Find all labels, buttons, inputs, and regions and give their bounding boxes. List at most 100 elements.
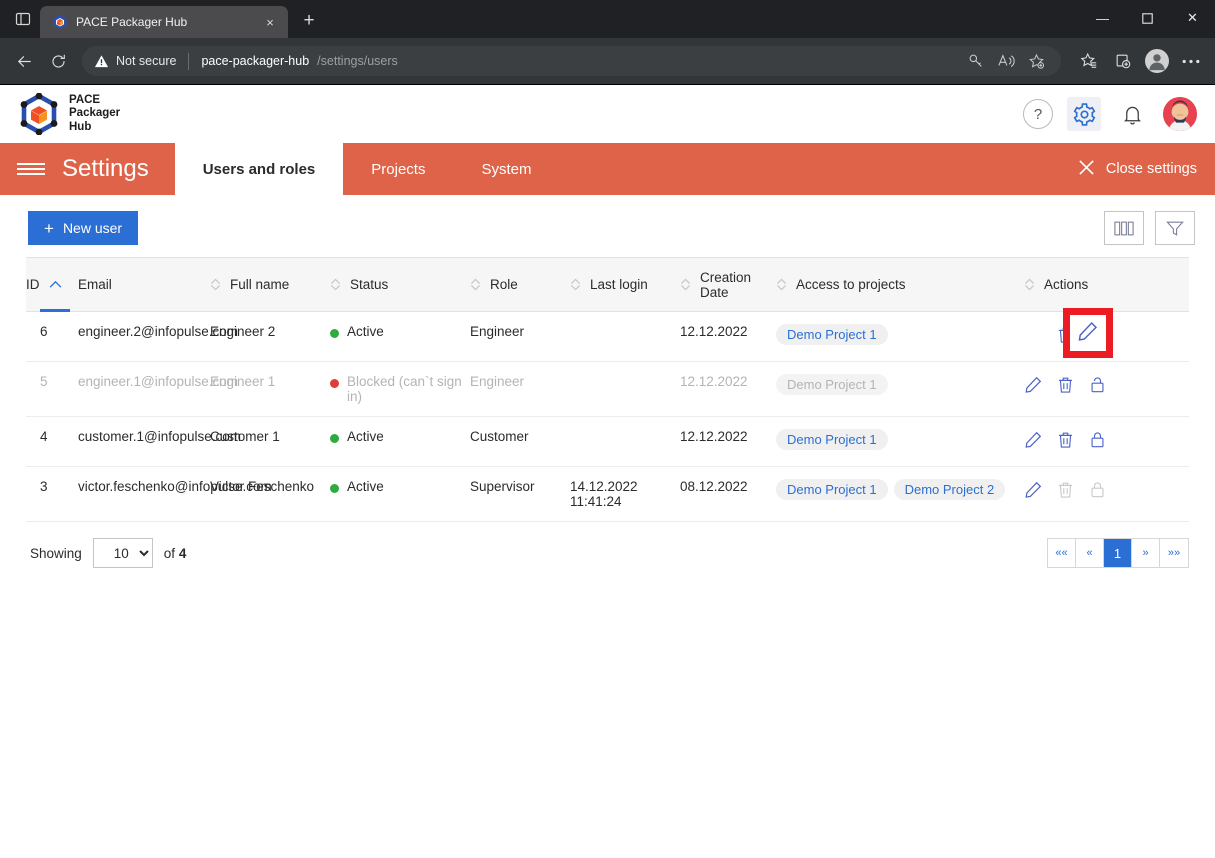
next-page-button[interactable]: » [1132, 539, 1160, 567]
column-header-last-login[interactable]: Last login [570, 257, 680, 312]
more-icon[interactable] [1175, 45, 1207, 77]
column-header-role[interactable]: Role [470, 257, 570, 312]
column-header-creation-date[interactable]: Creation Date [680, 257, 776, 312]
sort-icon[interactable] [570, 278, 581, 291]
table-row[interactable]: 5 engineer.1@infopulse.com Engineer 1 Bl… [26, 361, 1189, 417]
sort-icon[interactable] [330, 278, 341, 291]
column-header-status[interactable]: Status [330, 257, 470, 312]
column-header-projects[interactable]: Access to projects [776, 257, 1024, 312]
browser-window: PACE Packager Hub × + — ✕ Not secure pac… [0, 0, 1215, 858]
profile-icon[interactable] [1141, 45, 1173, 77]
cell-last-login [570, 311, 680, 362]
app-logo[interactable]: PACE Packager Hub [20, 92, 121, 136]
app-header: PACE Packager Hub ? [0, 85, 1215, 143]
collections-icon[interactable] [1107, 45, 1139, 77]
back-icon[interactable] [8, 45, 40, 77]
cell-full-name: Engineer 2 [210, 311, 330, 362]
prev-page-button[interactable]: « [1076, 539, 1104, 567]
page-size-control: Showing 10 25 50 100 of 4 [30, 538, 186, 568]
read-aloud-icon[interactable] [993, 48, 1019, 74]
notifications-bell-icon[interactable] [1115, 97, 1149, 131]
project-badge[interactable]: Demo Project 1 [776, 374, 888, 395]
cell-id: 5 [26, 361, 78, 417]
maximize-button[interactable] [1125, 0, 1170, 36]
profile-avatar [1145, 49, 1169, 73]
edit-user-icon[interactable] [1024, 375, 1042, 393]
security-label: Not secure [116, 54, 177, 68]
minimize-button[interactable]: — [1080, 0, 1125, 36]
page-size-select[interactable]: 10 25 50 100 [92, 538, 153, 568]
last-page-button[interactable]: »» [1160, 539, 1188, 567]
user-avatar[interactable] [1163, 97, 1197, 131]
cell-id: 4 [26, 416, 78, 467]
browser-tab[interactable]: PACE Packager Hub × [40, 6, 288, 38]
status-label: Blocked (can`t sign in) [347, 374, 462, 404]
project-badge[interactable]: Demo Project 1 [776, 479, 888, 500]
tab-close-icon[interactable]: × [260, 12, 280, 32]
column-header-full-name[interactable]: Full name [210, 257, 330, 312]
key-icon[interactable] [963, 48, 989, 74]
reload-icon[interactable] [42, 45, 74, 77]
menu-hamburger-icon[interactable] [0, 143, 62, 195]
column-label-full-name: Full name [230, 277, 290, 292]
security-indicator[interactable]: Not secure [94, 54, 176, 69]
project-badge[interactable]: Demo Project 1 [776, 429, 888, 450]
edit-user-icon-highlighted[interactable] [1078, 321, 1098, 346]
close-settings-label: Close settings [1105, 161, 1197, 177]
project-badge[interactable]: Demo Project 2 [893, 479, 1006, 500]
tab-strip: PACE Packager Hub × + [0, 0, 324, 38]
logo-line-2: Packager [69, 107, 121, 120]
filter-icon[interactable] [1155, 211, 1195, 245]
first-page-button[interactable]: «« [1048, 539, 1076, 567]
cell-projects: Demo Project 1 [776, 311, 1024, 362]
settings-content: + New user ID Email Full name Status Rol… [0, 195, 1215, 568]
address-bar[interactable]: Not secure pace-packager-hub /settings/u… [82, 46, 1061, 76]
sort-asc-icon[interactable] [49, 277, 62, 292]
column-label-last-login: Last login [590, 277, 648, 292]
tab-actions-icon[interactable] [6, 0, 40, 38]
delete-user-icon[interactable] [1056, 375, 1074, 393]
edit-user-icon[interactable] [1024, 430, 1042, 448]
favorites-icon[interactable] [1073, 45, 1105, 77]
add-favorite-icon[interactable] [1023, 48, 1049, 74]
sort-icon[interactable] [776, 278, 787, 291]
edit-user-icon[interactable] [1024, 480, 1042, 498]
sort-icon[interactable] [210, 278, 221, 291]
cell-last-login [570, 416, 680, 467]
table-header-row: ID Email Full name Status Role Last logi… [26, 257, 1189, 313]
cell-status: Active [330, 466, 470, 522]
delete-user-icon [1056, 480, 1074, 498]
column-label-status: Status [350, 277, 389, 292]
columns-icon[interactable] [1104, 211, 1144, 245]
cell-id: 6 [26, 311, 78, 362]
url-host: pace-packager-hub [201, 54, 310, 68]
project-badge[interactable]: Demo Project 1 [776, 324, 888, 345]
sort-icon[interactable] [470, 278, 481, 291]
column-header-actions[interactable]: Actions [1024, 257, 1189, 312]
cell-role: Supervisor [470, 466, 570, 522]
delete-user-icon[interactable] [1056, 430, 1074, 448]
pace-cube-logo-icon [20, 92, 58, 136]
settings-gear-icon[interactable] [1067, 97, 1101, 131]
sort-icon[interactable] [680, 278, 691, 291]
column-header-email[interactable]: Email [78, 257, 210, 312]
cell-projects: Demo Project 1 [776, 416, 1024, 467]
column-header-id[interactable]: ID [26, 257, 78, 313]
table-row[interactable]: 6 engineer.2@infopulse.com Engineer 2 Ac… [26, 311, 1189, 362]
page-1-button[interactable]: 1 [1104, 539, 1132, 567]
tab-users-and-roles[interactable]: Users and roles [174, 143, 344, 195]
sort-icon[interactable] [1024, 278, 1035, 291]
column-label-email: Email [78, 277, 112, 292]
new-user-button[interactable]: + New user [28, 211, 139, 245]
plus-icon: + [44, 218, 54, 238]
tab-projects[interactable]: Projects [343, 143, 453, 195]
close-window-button[interactable]: ✕ [1170, 0, 1215, 36]
new-tab-button[interactable]: + [294, 6, 324, 36]
tab-system[interactable]: System [453, 143, 559, 195]
lock-closed-icon[interactable] [1088, 430, 1106, 448]
close-settings-button[interactable]: Close settings [1078, 143, 1215, 195]
help-icon[interactable]: ? [1023, 99, 1053, 129]
table-row[interactable]: 3 victor.feschenko@infopulse.com Victor … [26, 466, 1189, 522]
table-row[interactable]: 4 customer.1@infopulse.com Customer 1 Ac… [26, 416, 1189, 467]
lock-open-icon[interactable] [1088, 375, 1106, 393]
